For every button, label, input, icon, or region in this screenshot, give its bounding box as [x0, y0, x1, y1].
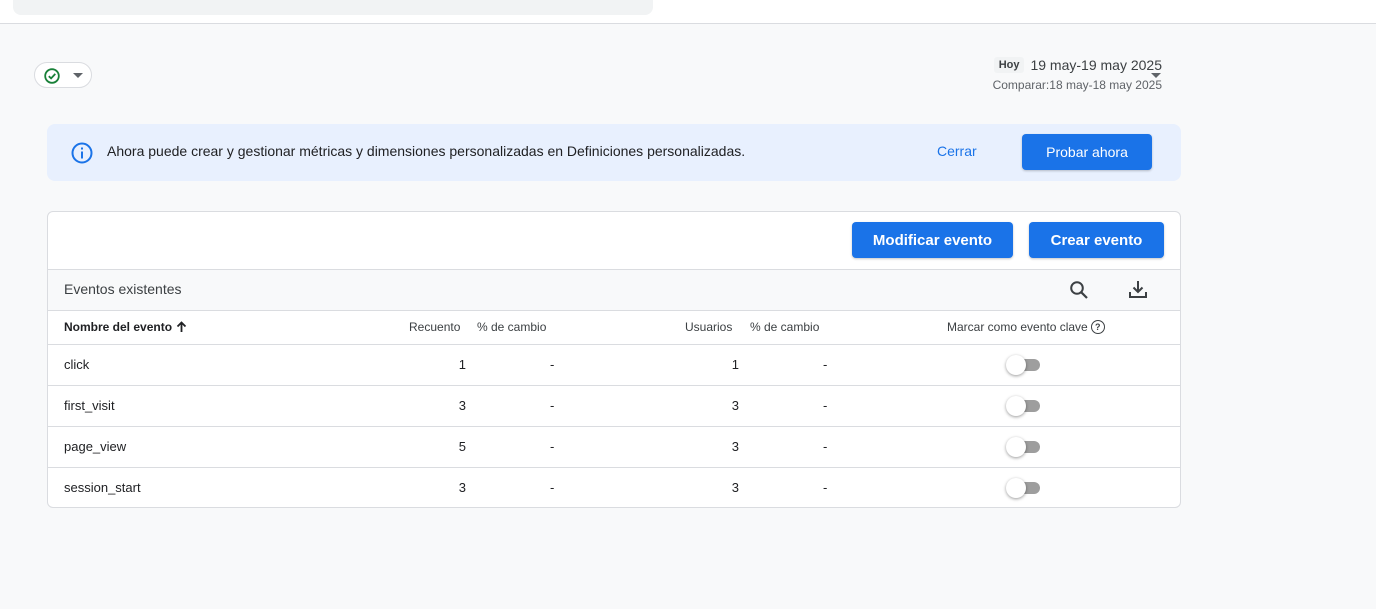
- key-event-toggle[interactable]: [1006, 478, 1042, 498]
- column-change-count[interactable]: % de cambio: [477, 320, 546, 334]
- event-name: session_start: [64, 480, 141, 495]
- date-range-picker[interactable]: Hoy 19 may-19 may 2025 Comparar:18 may-1…: [993, 57, 1162, 92]
- column-count[interactable]: Recuento: [409, 320, 460, 334]
- table-row: page_view 5 - 3 -: [48, 427, 1180, 468]
- table-row: click 1 - 1 -: [48, 345, 1180, 386]
- try-now-button[interactable]: Probar ahora: [1022, 134, 1152, 170]
- event-users-change: -: [823, 439, 828, 454]
- event-name: first_visit: [64, 398, 115, 413]
- event-name: page_view: [64, 439, 127, 454]
- chevron-down-icon: [73, 73, 83, 78]
- create-event-button[interactable]: Crear evento: [1029, 222, 1164, 258]
- table-header: Nombre del evento Recuento % de cambio U…: [48, 310, 1180, 345]
- event-users: 3: [731, 480, 739, 495]
- column-name[interactable]: Nombre del evento: [64, 320, 187, 334]
- event-users: 3: [731, 398, 739, 413]
- search-bar[interactable]: [13, 0, 653, 15]
- event-name: click: [64, 357, 90, 372]
- column-key-event-label: Marcar como evento clave: [947, 320, 1088, 334]
- event-count-change: -: [550, 398, 555, 413]
- close-banner-button[interactable]: Cerrar: [937, 143, 977, 159]
- download-icon[interactable]: [1128, 279, 1148, 299]
- compare-range-value: 18 may-18 may 2025: [1049, 78, 1162, 92]
- event-users-change: -: [823, 398, 828, 413]
- event-users-change: -: [823, 480, 828, 495]
- key-event-toggle[interactable]: [1006, 437, 1042, 457]
- event-count-change: -: [550, 439, 555, 454]
- date-dropdown-icon[interactable]: [1151, 73, 1161, 79]
- event-count-change: -: [550, 480, 555, 495]
- date-range: 19 may-19 may 2025: [1030, 57, 1162, 73]
- column-users[interactable]: Usuarios: [685, 320, 732, 334]
- event-users: 3: [731, 439, 739, 454]
- events-subheader: Eventos existentes: [48, 269, 1180, 311]
- help-icon[interactable]: ?: [1090, 320, 1105, 334]
- event-count: 3: [458, 480, 466, 495]
- key-event-toggle[interactable]: [1006, 355, 1042, 375]
- today-badge: Hoy: [993, 57, 1025, 73]
- column-key-event: Marcar como evento clave ?: [947, 320, 1105, 334]
- info-icon: [71, 142, 93, 164]
- event-count: 1: [458, 357, 466, 372]
- section-title: Eventos existentes: [64, 281, 182, 297]
- event-users-change: -: [823, 357, 828, 372]
- status-filter-chip[interactable]: [34, 62, 92, 88]
- table-row: first_visit 3 - 3 -: [48, 386, 1180, 427]
- check-circle-icon: [44, 68, 60, 84]
- column-name-label: Nombre del evento: [64, 320, 173, 334]
- compare-label: Comparar:: [992, 78, 1050, 92]
- compare-range: Comparar:18 may-18 may 2025: [993, 78, 1162, 92]
- table-row: session_start 3 - 3 -: [48, 468, 1180, 508]
- modify-event-button[interactable]: Modificar evento: [852, 222, 1013, 258]
- info-banner: Ahora puede crear y gestionar métricas y…: [47, 124, 1181, 181]
- event-count: 5: [458, 439, 466, 454]
- event-count-change: -: [550, 357, 555, 372]
- key-event-toggle[interactable]: [1006, 396, 1042, 416]
- search-icon[interactable]: [1069, 280, 1089, 300]
- top-bar: [0, 0, 1376, 24]
- events-card: Modificar evento Crear evento Eventos ex…: [47, 211, 1181, 508]
- table-body: click 1 - 1 - first_visit 3 - 3 - page_v…: [48, 345, 1180, 508]
- banner-message: Ahora puede crear y gestionar métricas y…: [107, 143, 746, 159]
- event-count: 3: [458, 398, 466, 413]
- column-change-users[interactable]: % de cambio: [750, 320, 819, 334]
- arrow-up-icon: [176, 321, 187, 332]
- event-users: 1: [731, 357, 739, 372]
